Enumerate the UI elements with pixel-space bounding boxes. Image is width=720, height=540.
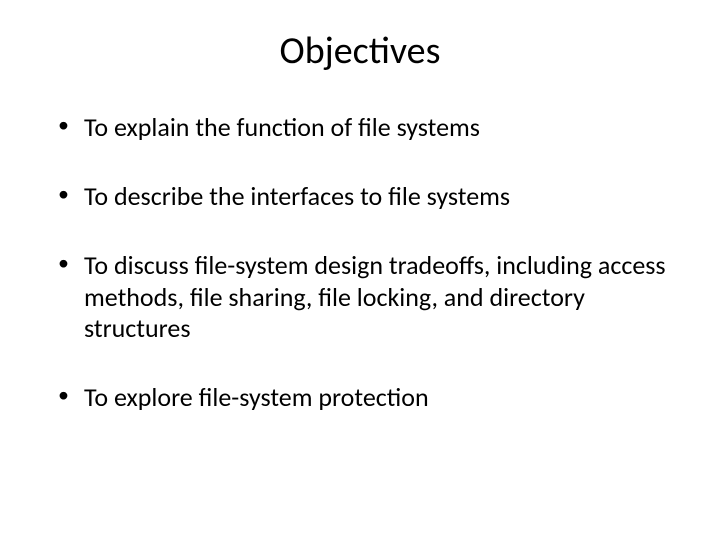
slide-container: Objectives To explain the function of fi…: [0, 0, 720, 540]
list-item: To describe the interfaces to file syste…: [58, 181, 680, 212]
bullet-list: To explain the function of file systems …: [40, 112, 680, 413]
list-item: To explore file-system protection: [58, 382, 680, 413]
list-item: To explain the function of file systems: [58, 112, 680, 143]
list-item: To discuss file-system design tradeoffs,…: [58, 250, 680, 344]
slide-title: Objectives: [40, 28, 680, 74]
